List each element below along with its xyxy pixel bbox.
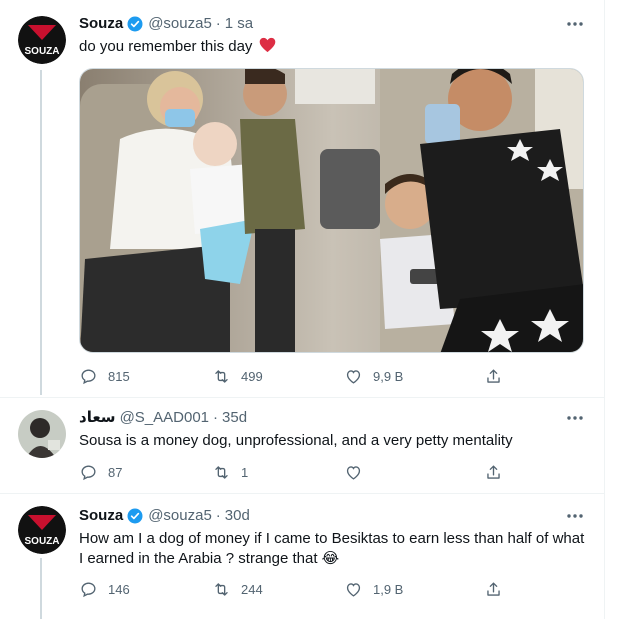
more-options-icon[interactable] bbox=[565, 408, 585, 428]
reply-count: 146 bbox=[108, 582, 130, 597]
timeline: SOUZA Souza @souza5 · 1 sa do you rememb… bbox=[0, 0, 605, 619]
tweet-header: Souza @souza5 · 30d bbox=[79, 506, 250, 526]
user-handle[interactable]: @souza5 bbox=[148, 506, 212, 526]
avatar[interactable] bbox=[18, 410, 66, 458]
verified-badge-icon bbox=[127, 16, 143, 32]
tweet-header: Souza @souza5 · 1 sa bbox=[79, 14, 253, 34]
heart-icon bbox=[346, 370, 361, 384]
separator-dot: · bbox=[215, 507, 221, 524]
reply-count: 87 bbox=[108, 465, 123, 480]
reply-button[interactable]: 815 bbox=[79, 367, 130, 386]
timestamp[interactable]: 30d bbox=[225, 506, 250, 526]
like-button[interactable] bbox=[344, 463, 373, 482]
tweet-header: سعاد @S_AAD001 · 35d bbox=[79, 408, 247, 428]
tweet-3[interactable]: SOUZA Souza @souza5 · 30d How am I a dog… bbox=[0, 494, 605, 619]
retweet-icon bbox=[215, 370, 228, 383]
retweet-count: 244 bbox=[241, 582, 263, 597]
avatar[interactable]: SOUZA bbox=[18, 506, 66, 554]
share-icon bbox=[487, 465, 500, 479]
tweet-1[interactable]: SOUZA Souza @souza5 · 1 sa do you rememb… bbox=[0, 0, 605, 395]
retweet-icon bbox=[215, 466, 228, 479]
more-options-icon[interactable] bbox=[565, 14, 585, 34]
separator-dot: · bbox=[215, 15, 221, 32]
timestamp[interactable]: 1 sa bbox=[225, 14, 253, 34]
tweet-text-content: do you remember this day bbox=[79, 38, 253, 55]
separator-dot: · bbox=[213, 409, 219, 426]
display-name[interactable]: Souza bbox=[79, 506, 123, 526]
retweet-button[interactable]: 244 bbox=[212, 580, 263, 599]
like-count: 9,9 B bbox=[373, 369, 404, 384]
tweet-actions: 146 244 1,9 B bbox=[79, 580, 509, 600]
heart-icon bbox=[346, 583, 361, 597]
avatar-logo-text: SOUZA bbox=[25, 536, 60, 547]
retweet-count: 499 bbox=[241, 369, 263, 384]
tweet-photo[interactable] bbox=[79, 68, 584, 353]
reply-icon bbox=[81, 369, 96, 385]
retweet-button[interactable]: 499 bbox=[212, 367, 263, 386]
timestamp[interactable]: 35d bbox=[222, 408, 247, 428]
display-name[interactable]: سعاد bbox=[79, 408, 116, 428]
thread-line bbox=[40, 70, 42, 395]
share-button[interactable] bbox=[484, 367, 503, 386]
heart-emoji-icon bbox=[259, 37, 275, 53]
reply-icon bbox=[81, 582, 96, 598]
heart-icon bbox=[346, 466, 361, 480]
tweet-actions: 815 499 9,9 B bbox=[79, 367, 509, 387]
like-button[interactable]: 9,9 B bbox=[344, 367, 403, 386]
share-button[interactable] bbox=[484, 463, 503, 482]
reply-icon bbox=[81, 465, 96, 481]
user-handle[interactable]: @souza5 bbox=[148, 14, 212, 34]
reply-button[interactable]: 146 bbox=[79, 580, 130, 599]
share-icon bbox=[487, 582, 500, 596]
retweet-icon bbox=[215, 583, 228, 596]
share-button[interactable] bbox=[484, 580, 503, 599]
reply-button[interactable]: 87 bbox=[79, 463, 122, 482]
tweet-text: do you remember this day bbox=[79, 37, 589, 57]
reply-count: 815 bbox=[108, 369, 130, 384]
more-options-icon[interactable] bbox=[565, 506, 585, 526]
like-count: 1,9 B bbox=[373, 582, 404, 597]
retweet-count: 1 bbox=[241, 465, 249, 480]
tweet-text: How am I a dog of money if I came to Bes… bbox=[79, 530, 585, 567]
retweet-button[interactable]: 1 bbox=[212, 463, 248, 482]
avatar[interactable]: SOUZA bbox=[18, 16, 66, 64]
user-handle[interactable]: @S_AAD001 bbox=[120, 408, 209, 428]
tweet-text: Sousa is a money dog, unprofessional, an… bbox=[79, 432, 513, 449]
share-icon bbox=[487, 369, 500, 383]
tweet-2[interactable]: سعاد @S_AAD001 · 35d Sousa is a money do… bbox=[0, 398, 605, 493]
tweet-actions: 87 1 bbox=[79, 463, 509, 483]
like-button[interactable]: 1,9 B bbox=[344, 580, 403, 599]
thread-line bbox=[40, 558, 42, 619]
display-name[interactable]: Souza bbox=[79, 14, 123, 34]
verified-badge-icon bbox=[127, 508, 143, 524]
avatar-logo-text: SOUZA bbox=[25, 46, 60, 57]
